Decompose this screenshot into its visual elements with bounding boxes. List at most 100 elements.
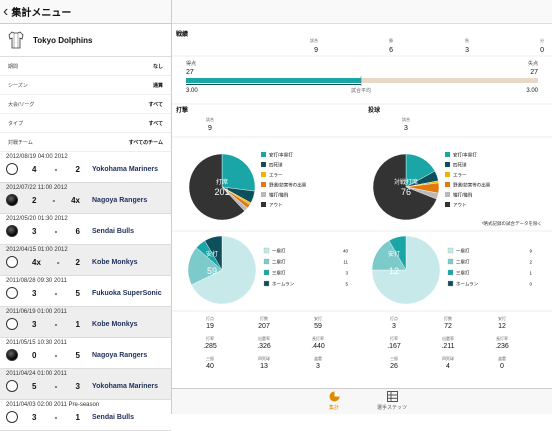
stat-label: 三振 [206, 355, 214, 361]
stat-label: 長打率 [496, 335, 508, 341]
stat-value: 59 [314, 323, 322, 330]
score-dash: - [54, 164, 58, 174]
stat-label: 出塁率 [442, 335, 454, 341]
game-row[interactable]: 2012/07/22 11:00 2012 2 - 4x Nagoya Ranger… [0, 183, 171, 214]
game-date: 2011/08/28 09:30 2011 [6, 278, 67, 284]
stat-value: 0 [500, 363, 504, 370]
opponent-name: Nagoya Rangers [92, 196, 148, 204]
bat-games: 9 [208, 125, 212, 132]
record-col-label: 分 [540, 37, 544, 43]
filter-row[interactable]: シーズン 通算 [0, 76, 171, 95]
legend-label: 野選/妨害等の出塁 [269, 182, 307, 189]
game-date: 2012/05/20 01:30 2012 [6, 216, 68, 222]
tab-bar: 集計 選手ステッツ [172, 388, 552, 414]
filter-row[interactable]: 大会/リーグ すべて [0, 95, 171, 114]
legend-swatch [447, 258, 454, 265]
pit-games-label: 試合 [402, 116, 410, 122]
stat-value: 72 [444, 323, 452, 330]
opponent-name: Yokohama Mariners [92, 382, 159, 390]
batting-title: 打撃 [176, 106, 188, 114]
stat-value: 3 [392, 323, 396, 330]
jersey-icon [8, 31, 24, 49]
filter-row[interactable]: 対戦チーム すべてのチーム [0, 133, 171, 152]
game-date: 2011/04/03 02:00 2011 Pre-season [6, 402, 100, 408]
legend-label: 三塁打 [272, 270, 286, 276]
game-row[interactable]: 2012/08/19 04:00 2012 4 - 2 Yokohama Marin… [0, 152, 171, 183]
filter-row[interactable]: タイプ すべて [0, 114, 171, 133]
game-date: 2012/07/22 11:00 2012 [6, 185, 68, 191]
legend-label: 一塁打 [456, 248, 470, 254]
legend-label: ホームラン [272, 282, 295, 288]
legend-label: ホームラン [456, 282, 479, 288]
our-score: 3 [32, 319, 37, 329]
pit-pie-label: 対戦打席 [394, 178, 418, 186]
filter-row[interactable]: 期間 なし [0, 57, 171, 76]
score-dash: - [54, 350, 58, 360]
legend-swatch [447, 269, 454, 276]
legend-swatch [261, 172, 266, 177]
opponent-name: Fukuoka SuperSonic [92, 289, 162, 297]
filter-value: なし [152, 63, 163, 70]
game-date: 2011/05/15 10:30 2011 [6, 340, 67, 346]
score-dash: - [54, 288, 58, 298]
legend-swatch [447, 247, 454, 254]
score-dash: - [52, 195, 56, 205]
stat-label: 盗塁 [314, 355, 322, 361]
stat-label: 三振 [390, 355, 398, 361]
filter-value: すべて [148, 120, 163, 127]
tab-player-stats[interactable]: 選手ステッツ [372, 391, 412, 411]
score-dash: - [54, 381, 58, 391]
filter-value: すべて [148, 101, 163, 108]
stat-label: 打点 [206, 315, 214, 321]
legend-label: 安打/本塁打 [453, 152, 477, 159]
stat-label: 長打率 [312, 335, 324, 341]
their-score: 4x [71, 195, 80, 205]
game-date: 2012/04/15 01:00 2012 [6, 247, 68, 253]
our-score: 3 [32, 288, 37, 298]
stat-value: .285 [203, 343, 217, 350]
game-row[interactable]: 2011/06/19 01:00 2011 3 - 1 Kobe Monkys [0, 307, 171, 338]
stat-value: .440 [311, 343, 325, 350]
game-date: 2011/06/19 01:00 2011 [6, 309, 67, 315]
filter-label: シーズン [8, 82, 28, 89]
stat-label: 打数 [444, 315, 452, 321]
legend-label: 四死球 [453, 162, 467, 169]
game-row[interactable]: 2012/04/15 01:00 2012 4x - 2 Kobe Monkys [0, 245, 171, 276]
game-row[interactable]: 2011/08/28 09:30 2011 3 - 5 Fukuoka SuperS… [0, 276, 171, 307]
stat-label: 打点 [390, 315, 398, 321]
record-title: 戦績 [176, 30, 188, 38]
game-date: 2012/08/19 04:00 2012 [6, 154, 68, 160]
main-panel: 戦績 試合 9 勝 6 負 3 分 0 得点 27 失点 27 3.00 試合平均 3.00 打撃 投球 試合 9 試合… [172, 0, 552, 414]
filter-label: 対戦チーム [8, 139, 33, 146]
abbrev-note: *略式記録の試合データを除く [482, 220, 542, 227]
their-score: 5 [75, 288, 80, 298]
tab-summary[interactable]: 集計 [314, 391, 354, 411]
baseball-icon [6, 163, 18, 175]
opponent-name: Kobe Monkys [92, 258, 138, 266]
game-row[interactable]: 2011/05/15 10:30 2011 0 - 5 Nagoya Rangers [0, 338, 171, 369]
table-icon [386, 391, 398, 402]
left-header: ‹ 集計メニュー [0, 0, 171, 24]
legend-label: 二塁打 [456, 259, 470, 265]
legend-swatch [263, 269, 270, 276]
legend-swatch [263, 280, 270, 287]
game-row[interactable]: 2012/05/20 01:30 2012 3 - 6 Sendai Bulls [0, 214, 171, 245]
stat-value: 26 [390, 363, 398, 370]
baseball-icon [6, 225, 18, 237]
hit-count: 1 [529, 271, 532, 276]
legend-label: 三塁打 [456, 270, 470, 276]
baseball-icon [6, 380, 18, 392]
back-chevron-icon[interactable]: ‹ [3, 3, 8, 20]
stat-label: 安打 [314, 315, 322, 321]
stat-value: 13 [260, 363, 268, 370]
right-header [172, 0, 552, 24]
game-row[interactable]: 2011/04/03 02:00 2011 Pre-season 3-1 Sen… [0, 400, 171, 431]
game-row[interactable]: 2011/04/24 01:00 2011 5 - 3 Yokohama Marin… [0, 369, 171, 400]
our-score: 4x [32, 257, 41, 267]
filter-label: タイプ [8, 120, 24, 127]
game-date: 2011/04/24 01:00 2011 [6, 371, 67, 377]
tab-player-stats-label: 選手ステッツ [376, 405, 407, 411]
stat-value: .326 [257, 343, 271, 350]
stat-value: .236 [495, 343, 509, 350]
stat-value: 12 [498, 323, 506, 330]
